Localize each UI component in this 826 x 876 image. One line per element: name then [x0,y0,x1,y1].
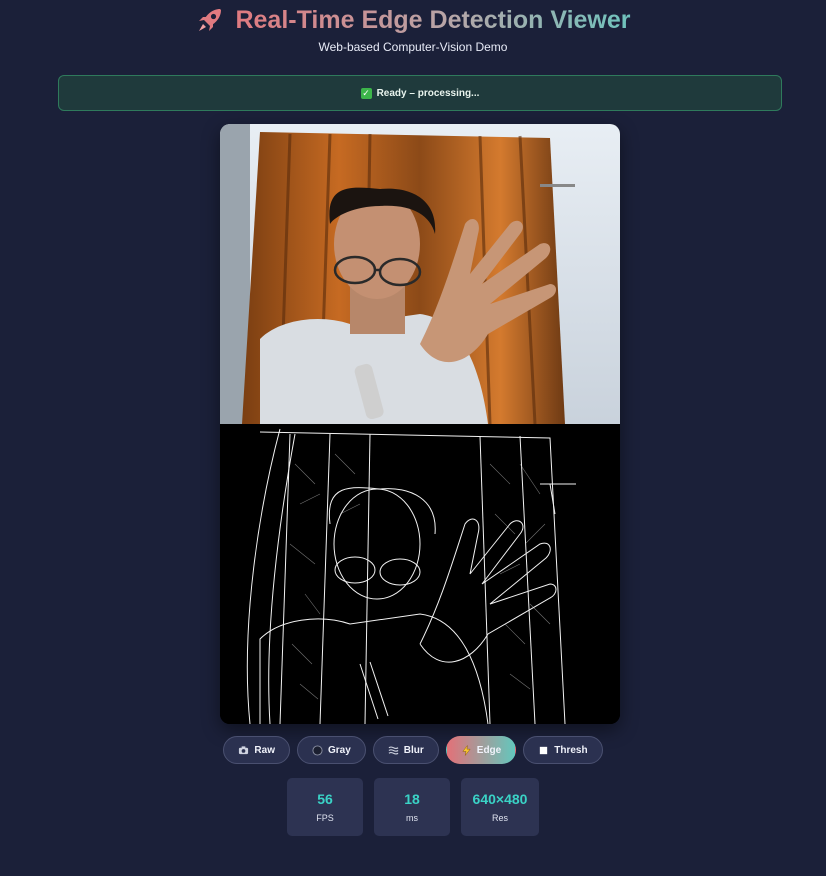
latency-label: ms [406,813,418,823]
status-text: Ready – processing... [376,87,480,99]
title-text: Real-Time Edge Detection Viewer [235,5,631,34]
fps-label: FPS [316,813,334,823]
circle-icon [312,744,323,756]
square-icon [540,746,548,754]
page-subtitle: Web-based Computer-Vision Demo [318,40,508,54]
page-title: Real-Time Edge Detection Viewer [0,4,826,36]
stats-bar: 56 FPS 18 ms 640×480 Res [0,778,826,836]
lightning-icon [462,744,471,756]
resolution-value: 640×480 [472,791,528,807]
gray-label: Gray [327,744,351,756]
raw-label: Raw [254,744,275,756]
edge-button[interactable]: Edge [445,736,517,764]
mode-buttons: Raw Gray Blur Edge Thresh [0,736,826,764]
fps-value: 56 [317,791,333,807]
latency-value: 18 [404,791,420,807]
camera-feed [220,124,620,424]
blur-label: Blur [403,744,424,756]
camera-icon [239,745,249,754]
raw-button[interactable]: Raw [223,736,290,764]
blur-button[interactable]: Blur [372,736,439,764]
resolution-stat: 640×480 Res [461,778,539,836]
latency-stat: 18 ms [374,778,450,836]
thresh-label: Thresh [554,744,588,756]
thresh-button[interactable]: Thresh [523,736,603,764]
status-banner: ✓ Ready – processing... [58,75,782,111]
rocket-icon [199,9,222,31]
fps-stat: 56 FPS [287,778,363,836]
waves-icon [388,746,399,754]
edge-detected-feed [220,424,620,724]
video-viewer [220,124,620,724]
resolution-label: Res [491,813,508,823]
check-icon: ✓ [360,87,372,99]
gray-button[interactable]: Gray [296,736,366,764]
edge-label: Edge [476,744,502,756]
